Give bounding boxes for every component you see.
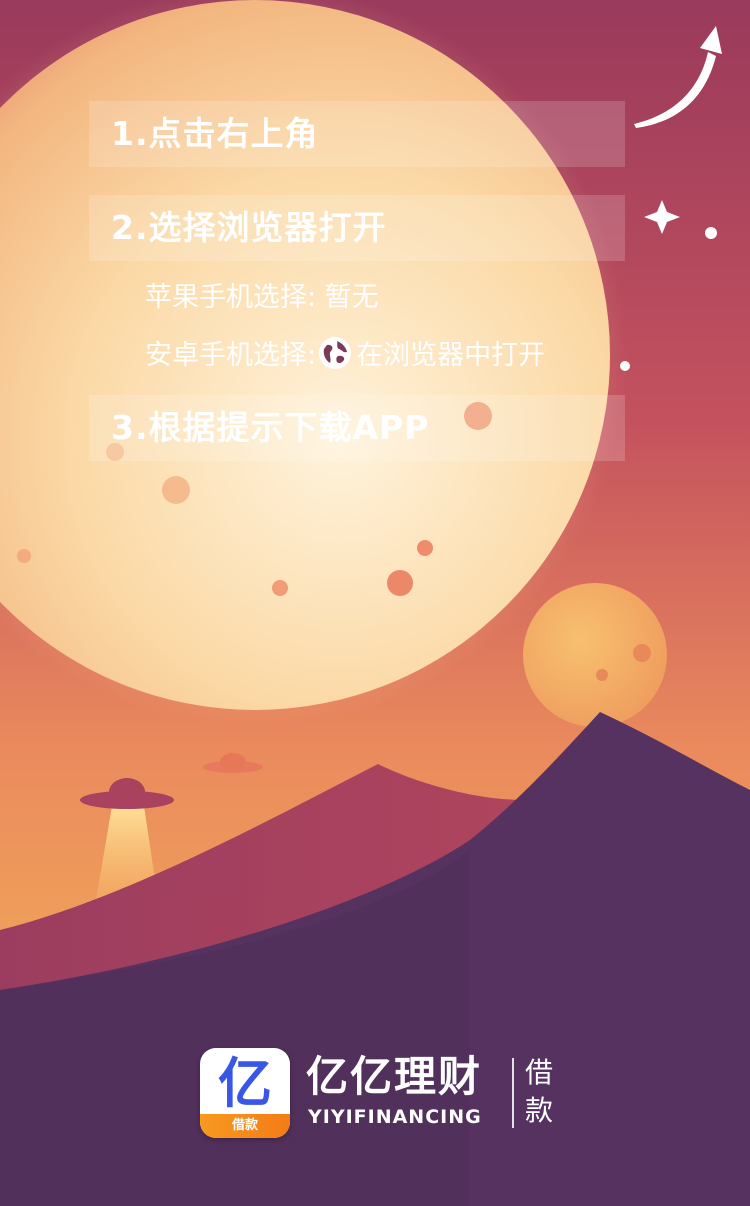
brand-divider — [512, 1058, 514, 1128]
step-1-text: 1.点击右上角 — [111, 114, 319, 153]
step-3-instruction: 3.根据提示下载APP — [89, 395, 625, 461]
background-illustration — [0, 0, 750, 1206]
android-option-action: 在浏览器中打开 — [356, 340, 546, 371]
step-3-text: 3.根据提示下载APP — [111, 408, 430, 447]
step-2-text: 2.选择浏览器打开 — [111, 208, 387, 247]
globe-icon — [319, 337, 352, 369]
android-option-label: 安卓手机选择: — [145, 340, 317, 371]
ios-option: 苹果手机选择: 暂无 — [145, 278, 379, 318]
step-2-instruction: 2.选择浏览器打开 — [89, 195, 625, 261]
android-option: 安卓手机选择: 在浏览器中打开 — [145, 336, 545, 376]
brand-name: 亿亿理财 — [306, 1052, 483, 1101]
brand-english-name: YIYIFINANCING — [308, 1106, 482, 1128]
app-icon: 亿 借款 — [200, 1048, 290, 1138]
brand-tag: 借 款 — [522, 1054, 556, 1130]
brand-logo: 亿 借款 亿亿理财 YIYIFINANCING 借 款 — [200, 1048, 580, 1140]
app-icon-band: 借款 — [200, 1114, 290, 1138]
brand-tag-line-2: 款 — [524, 1094, 553, 1127]
ios-option-text: 苹果手机选择: 暂无 — [145, 282, 379, 313]
step-1-instruction: 1.点击右上角 — [89, 101, 625, 167]
brand-tag-line-1: 借 — [524, 1056, 553, 1089]
app-icon-glyph: 亿 — [218, 1052, 272, 1115]
